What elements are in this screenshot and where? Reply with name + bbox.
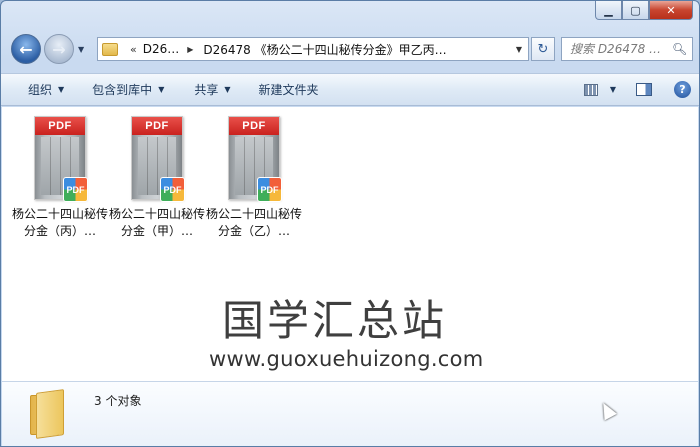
command-bar: 组织 ▼ 包含到库中 ▼ 共享 ▼ 新建文件夹 ▼ ? — [1, 73, 699, 106]
chevron-down-icon: ▼ — [224, 85, 231, 94]
chevron-down-icon: ▼ — [58, 85, 65, 94]
pdf-label: PDF — [35, 117, 85, 135]
close-button[interactable]: ✕ — [649, 1, 693, 20]
search-box[interactable]: 🔍︎ — [561, 37, 693, 61]
help-icon[interactable]: ? — [674, 81, 691, 98]
caption-buttons: ▁ ▢ ✕ — [595, 1, 693, 20]
forward-button[interactable]: → — [44, 34, 74, 64]
folder-icon — [30, 389, 66, 439]
organize-label: 组织 — [28, 83, 53, 97]
breadcrumb-overflow-icon[interactable]: « — [130, 43, 137, 56]
file-item[interactable]: PDF PDF 杨公二十四山秘传分金（甲）… — [109, 115, 205, 247]
breadcrumb-separator-icon[interactable]: ▶ — [187, 45, 193, 54]
file-list-area[interactable]: PDF PDF 杨公二十四山秘传分金（丙）… PDF PDF 杨公二十四山秘传分… — [2, 107, 698, 381]
change-view-icon[interactable] — [583, 83, 598, 96]
pdf-badge-icon: PDF — [257, 177, 282, 202]
watermark-title: 国学汇总站 — [222, 296, 448, 345]
file-name[interactable]: 杨公二十四山秘传分金（甲）… — [109, 206, 205, 240]
pdf-file-icon: PDF PDF — [228, 116, 282, 202]
pdf-file-icon: PDF PDF — [131, 116, 185, 202]
breadcrumb-parent[interactable]: D26… — [143, 42, 180, 56]
file-name[interactable]: 杨公二十四山秘传分金（乙）… — [206, 206, 302, 240]
new-folder-label: 新建文件夹 — [258, 83, 319, 97]
address-dropdown-icon[interactable]: ▼ — [510, 45, 528, 54]
folder-icon — [102, 42, 118, 56]
explorer-window: ▁ ▢ ✕ ← → ▼ « D26… ▶ D26478 《杨公二十四山秘传分金》… — [0, 0, 700, 447]
include-in-library-menu[interactable]: 包含到库中 ▼ — [92, 74, 164, 105]
minimize-button[interactable]: ▁ — [595, 1, 622, 20]
chevron-down-icon: ▼ — [158, 85, 165, 94]
file-name[interactable]: 杨公二十四山秘传分金（丙）… — [12, 206, 108, 240]
toolbar-right: ▼ ? — [583, 74, 691, 105]
file-item[interactable]: PDF PDF 杨公二十四山秘传分金（丙）… — [12, 115, 108, 247]
search-icon[interactable]: 🔍︎ — [672, 42, 687, 56]
address-bar[interactable]: « D26… ▶ D26478 《杨公二十四山秘传分金》甲乙丙… ▼ — [97, 37, 529, 61]
pdf-label: PDF — [229, 117, 279, 135]
pdf-badge-icon: PDF — [63, 177, 88, 202]
breadcrumb-current[interactable]: D26478 《杨公二十四山秘传分金》甲乙丙… — [203, 41, 446, 58]
refresh-button[interactable]: ↻ — [531, 37, 555, 61]
file-item[interactable]: PDF PDF 杨公二十四山秘传分金（乙）… — [206, 115, 302, 247]
navigation-row: ← → ▼ « D26… ▶ D26478 《杨公二十四山秘传分金》甲乙丙… ▼… — [9, 34, 693, 64]
object-count: 3 个对象 — [94, 394, 142, 408]
preview-pane-icon[interactable] — [636, 83, 652, 96]
maximize-button[interactable]: ▢ — [622, 1, 649, 20]
include-in-library-label: 包含到库中 — [92, 83, 153, 97]
organize-menu[interactable]: 组织 ▼ — [28, 74, 64, 105]
share-label: 共享 — [194, 83, 219, 97]
details-pane: 3 个对象 — [2, 381, 698, 446]
pdf-file-icon: PDF PDF — [34, 116, 88, 202]
recent-pages-dropdown-icon[interactable]: ▼ — [78, 45, 84, 54]
pdf-label: PDF — [132, 117, 182, 135]
share-menu[interactable]: 共享 ▼ — [194, 74, 230, 105]
search-input[interactable] — [570, 42, 666, 56]
watermark-url: www.guoxuehuizong.com — [209, 347, 484, 371]
new-folder-button[interactable]: 新建文件夹 — [259, 74, 319, 105]
back-button[interactable]: ← — [11, 34, 41, 64]
pdf-badge-icon: PDF — [160, 177, 185, 202]
view-options-chevron-icon[interactable]: ▼ — [610, 85, 616, 94]
